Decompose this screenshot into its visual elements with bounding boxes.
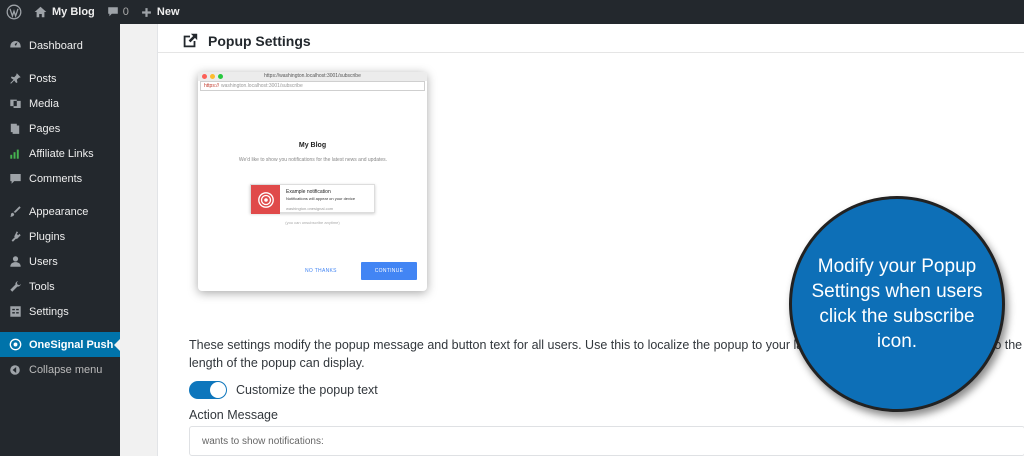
section-title: Popup Settings [180, 32, 311, 50]
callout-text: Modify your Popup Settings when users cl… [811, 256, 983, 352]
collapse-icon [8, 363, 22, 377]
preview-notification-title: Example notification [286, 189, 331, 195]
preview-site-name: My Blog [298, 142, 327, 149]
popup-preview-image: https://washington.localhost:3001/subscr… [198, 72, 427, 291]
sidebar-item-media[interactable]: Media [0, 91, 120, 116]
title-divider [158, 52, 1024, 53]
site-name: My Blog [52, 6, 95, 18]
users-icon [8, 255, 22, 269]
sidebar-item-pages[interactable]: Pages [0, 116, 120, 141]
sidebar-item-settings[interactable]: Settings [0, 299, 120, 324]
sidebar-item-onesignal-push[interactable]: OneSignal Push [0, 332, 120, 357]
preview-url-scheme: https:// [204, 83, 220, 89]
comments-icon [8, 172, 22, 186]
sidebar-item-dashboard[interactable]: Dashboard [0, 33, 120, 58]
dashboard-icon [8, 39, 22, 53]
preview-url-rest: washington.localhost:3001/subscribe [221, 83, 303, 89]
sidebar-item-label: Dashboard [29, 39, 83, 52]
action-message-label: Action Message [189, 408, 278, 422]
new-label: New [156, 6, 180, 18]
preview-continue-button: CONTINUE [361, 262, 417, 280]
sidebar-item-affiliate-links[interactable]: Affiliate Links [0, 141, 120, 166]
action-message-input[interactable] [189, 426, 1024, 456]
new-content-link[interactable]: New [135, 0, 186, 24]
preview-window-titlebar: https://washington.localhost:3001/subscr… [198, 72, 427, 81]
admin-sidebar: Dashboard Posts Media Pages Affiliate Li… [0, 24, 120, 456]
sidebar-item-users[interactable]: Users [0, 249, 120, 274]
tools-icon [8, 280, 22, 294]
settings-icon [8, 305, 22, 319]
preview-notification-body: Notifications will appear on your device [286, 196, 356, 201]
sidebar-item-comments[interactable]: Comments [0, 166, 120, 191]
media-icon [8, 97, 22, 111]
preview-unsubscribe-note: (you can unsubscribe anytime) [285, 220, 340, 225]
external-link-icon [183, 33, 198, 48]
pages-icon [8, 122, 22, 136]
sidebar-item-tools[interactable]: Tools [0, 274, 120, 299]
sidebar-item-label: Affiliate Links [29, 147, 94, 160]
site-name-link[interactable]: My Blog [28, 0, 101, 24]
onesignal-icon [8, 338, 22, 352]
appearance-icon [8, 205, 22, 219]
plus-icon [142, 7, 151, 17]
collapse-menu-button[interactable]: Collapse menu [0, 357, 120, 382]
sidebar-item-label: OneSignal Push [29, 338, 114, 351]
sidebar-item-label: Collapse menu [29, 363, 103, 376]
sidebar-item-label: Media [29, 97, 59, 110]
preview-notification-card: Example notification Notifications will … [250, 184, 375, 214]
preview-notification-site: washington.onesignal.com [286, 206, 334, 211]
broadcast-icon [251, 185, 280, 214]
comments-link[interactable]: 0 [101, 0, 135, 24]
preview-tab-url: https://washington.localhost:3001/subscr… [264, 73, 361, 79]
sidebar-item-label: Pages [29, 122, 61, 135]
sidebar-item-posts[interactable]: Posts [0, 66, 120, 91]
pin-icon [8, 72, 22, 86]
sidebar-item-label: Users [29, 255, 58, 268]
callout-circle: Modify your Popup Settings when users cl… [789, 196, 1005, 412]
sidebar-item-plugins[interactable]: Plugins [0, 224, 120, 249]
sidebar-item-label: Comments [29, 172, 83, 185]
admin-bar: My Blog 0 New [0, 0, 1024, 24]
toggle-knob [210, 382, 226, 398]
customize-text-label: Customize the popup text [236, 383, 378, 397]
preview-no-thanks-button: NO THANKS [305, 268, 337, 274]
section-title-text: Popup Settings [208, 33, 311, 49]
home-icon [34, 6, 47, 18]
affiliate-icon [8, 147, 22, 161]
sidebar-item-label: Appearance [29, 205, 89, 218]
sidebar-item-label: Plugins [29, 230, 66, 243]
customize-text-toggle[interactable] [189, 381, 227, 399]
wordpress-logo-icon[interactable] [0, 0, 28, 24]
plugins-icon [8, 230, 22, 244]
sidebar-item-appearance[interactable]: Appearance [0, 199, 120, 224]
comments-count: 0 [122, 6, 129, 18]
preview-url-bar: https:// washington.localhost:3001/subsc… [200, 81, 425, 91]
customize-text-row: Customize the popup text [189, 381, 378, 399]
preview-message: We'd like to show you notifications for … [238, 157, 388, 163]
sidebar-item-label: Tools [29, 280, 55, 293]
sidebar-item-label: Posts [29, 72, 57, 85]
comment-bubble-icon [107, 7, 118, 17]
sidebar-item-label: Settings [29, 305, 69, 318]
